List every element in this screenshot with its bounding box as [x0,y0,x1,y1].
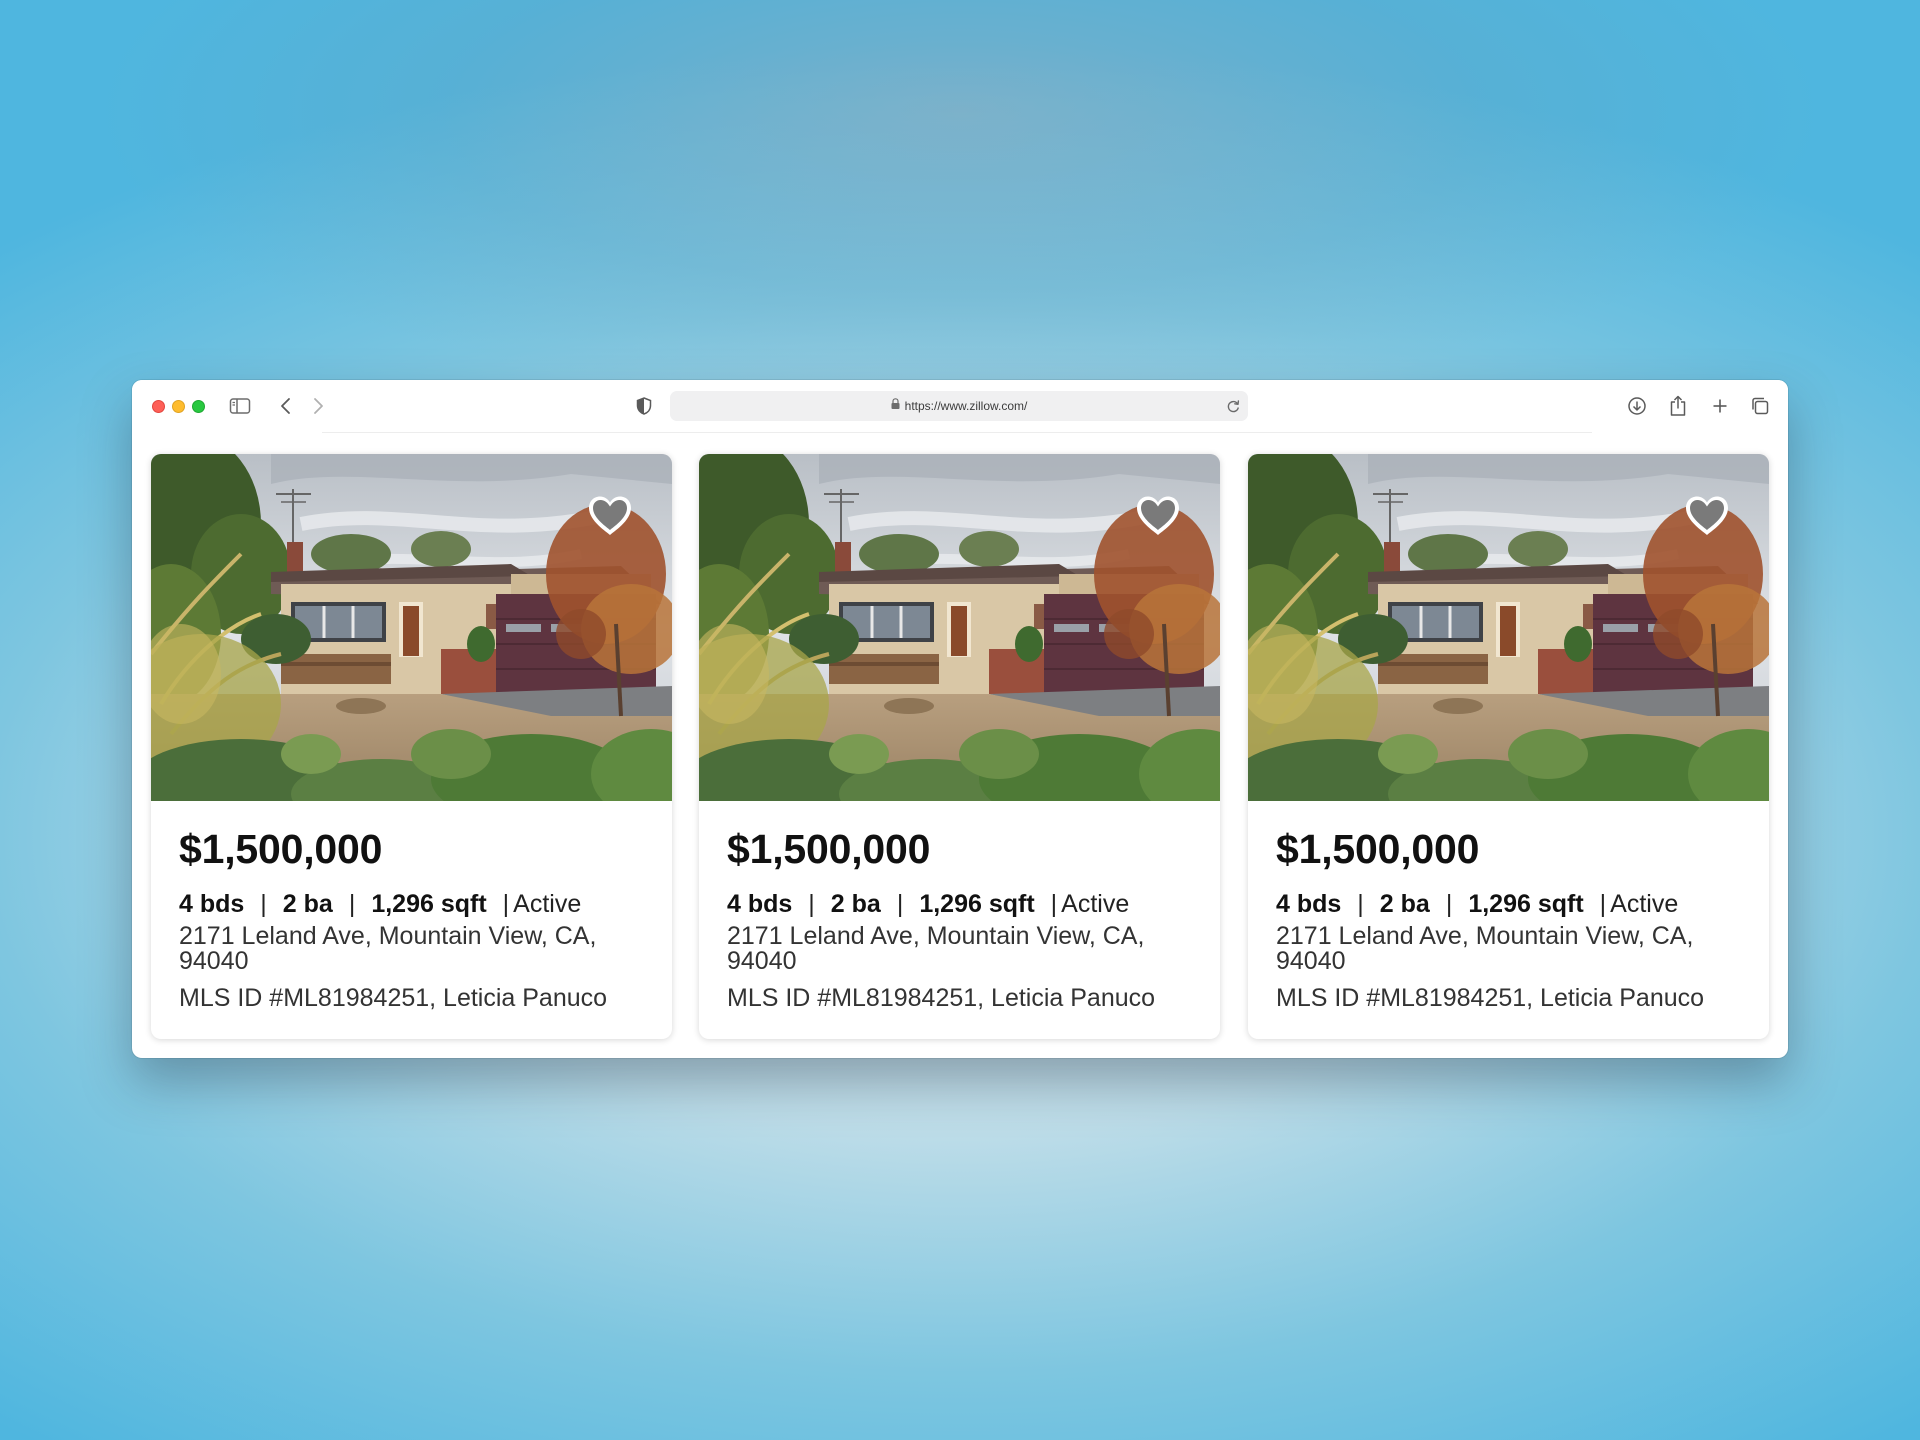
listing-address[interactable]: 2171 Leland Ave, Mountain View, CA, 9404… [179,924,619,974]
tabs-overview-icon[interactable] [1748,394,1772,418]
favorite-heart-icon[interactable] [1683,494,1731,538]
sqft: 1,296 sqft [1468,890,1584,918]
listing-mls: MLS ID #ML81984251, Leticia Panuco [727,984,1156,1012]
listing-facts: 4 bds | 2 ba | 1,296 sqft | Active [1276,890,1678,919]
listing-mls: MLS ID #ML81984251, Leticia Panuco [179,984,608,1012]
separator: | [896,890,904,918]
share-icon[interactable] [1666,394,1690,418]
sidebar-icon[interactable] [228,394,252,418]
separator: | [1357,890,1364,918]
new-tab-icon[interactable] [1708,394,1732,418]
listing-facts: 4 bds | 2 ba | 1,296 sqft | Active [179,890,581,919]
separator: | [502,890,510,918]
beds: 4 bds [727,890,793,918]
close-window-button[interactable] [152,400,165,413]
listing-status: Active [1610,890,1679,918]
sqft: 1,296 sqft [371,890,487,918]
listing-price: $1,500,000 [179,826,383,872]
listing-price: $1,500,000 [727,826,931,872]
beds: 4 bds [1276,890,1342,918]
zoom-window-button[interactable] [192,400,205,413]
listing-price: $1,500,000 [1276,826,1480,872]
separator: | [1050,890,1058,918]
listing-card[interactable]: $1,500,000 4 bds | 2 ba | 1,296 sqft | Active … [699,454,1220,1039]
listing-address[interactable]: 2171 Leland Ave, Mountain View, CA, 9404… [727,924,1167,974]
baths: 2 ba [282,890,333,918]
listing-mls: MLS ID #ML81984251, Leticia Panuco [1276,984,1705,1012]
browser-window: https://www.zillow.com/ $1,500,000 4 bds… [132,380,1788,1058]
listing-address[interactable]: 2171 Leland Ave, Mountain View, CA, 9404… [1276,924,1716,974]
back-icon[interactable] [274,394,298,418]
forward-icon[interactable] [306,394,330,418]
separator: | [1599,890,1607,918]
toolbar-divider [322,432,1592,433]
url-field[interactable]: https://www.zillow.com/ [670,391,1248,421]
download-icon[interactable] [1625,394,1649,418]
beds: 4 bds [179,890,245,918]
browser-toolbar: https://www.zillow.com/ [132,380,1788,432]
reload-icon[interactable] [1223,396,1243,416]
sqft: 1,296 sqft [919,890,1035,918]
url-text: https://www.zillow.com/ [904,399,1028,413]
separator: | [260,890,267,918]
listing-status: Active [513,890,582,918]
listing-card[interactable]: $1,500,000 4 bds | 2 ba | 1,296 sqft | Active … [151,454,672,1039]
favorite-heart-icon[interactable] [586,494,634,538]
listing-facts: 4 bds | 2 ba | 1,296 sqft | Active [727,890,1129,919]
listing-card[interactable]: $1,500,000 4 bds | 2 ba | 1,296 sqft | Active … [1248,454,1769,1039]
privacy-shield-icon[interactable] [632,394,656,418]
baths: 2 ba [1379,890,1430,918]
minimize-window-button[interactable] [172,400,185,413]
baths: 2 ba [830,890,881,918]
separator: | [1445,890,1453,918]
listing-status: Active [1061,890,1130,918]
address-bar[interactable]: https://www.zillow.com/ [670,391,1248,421]
lock-icon [891,390,900,420]
favorite-heart-icon[interactable] [1134,494,1182,538]
separator: | [808,890,815,918]
separator: | [348,890,356,918]
